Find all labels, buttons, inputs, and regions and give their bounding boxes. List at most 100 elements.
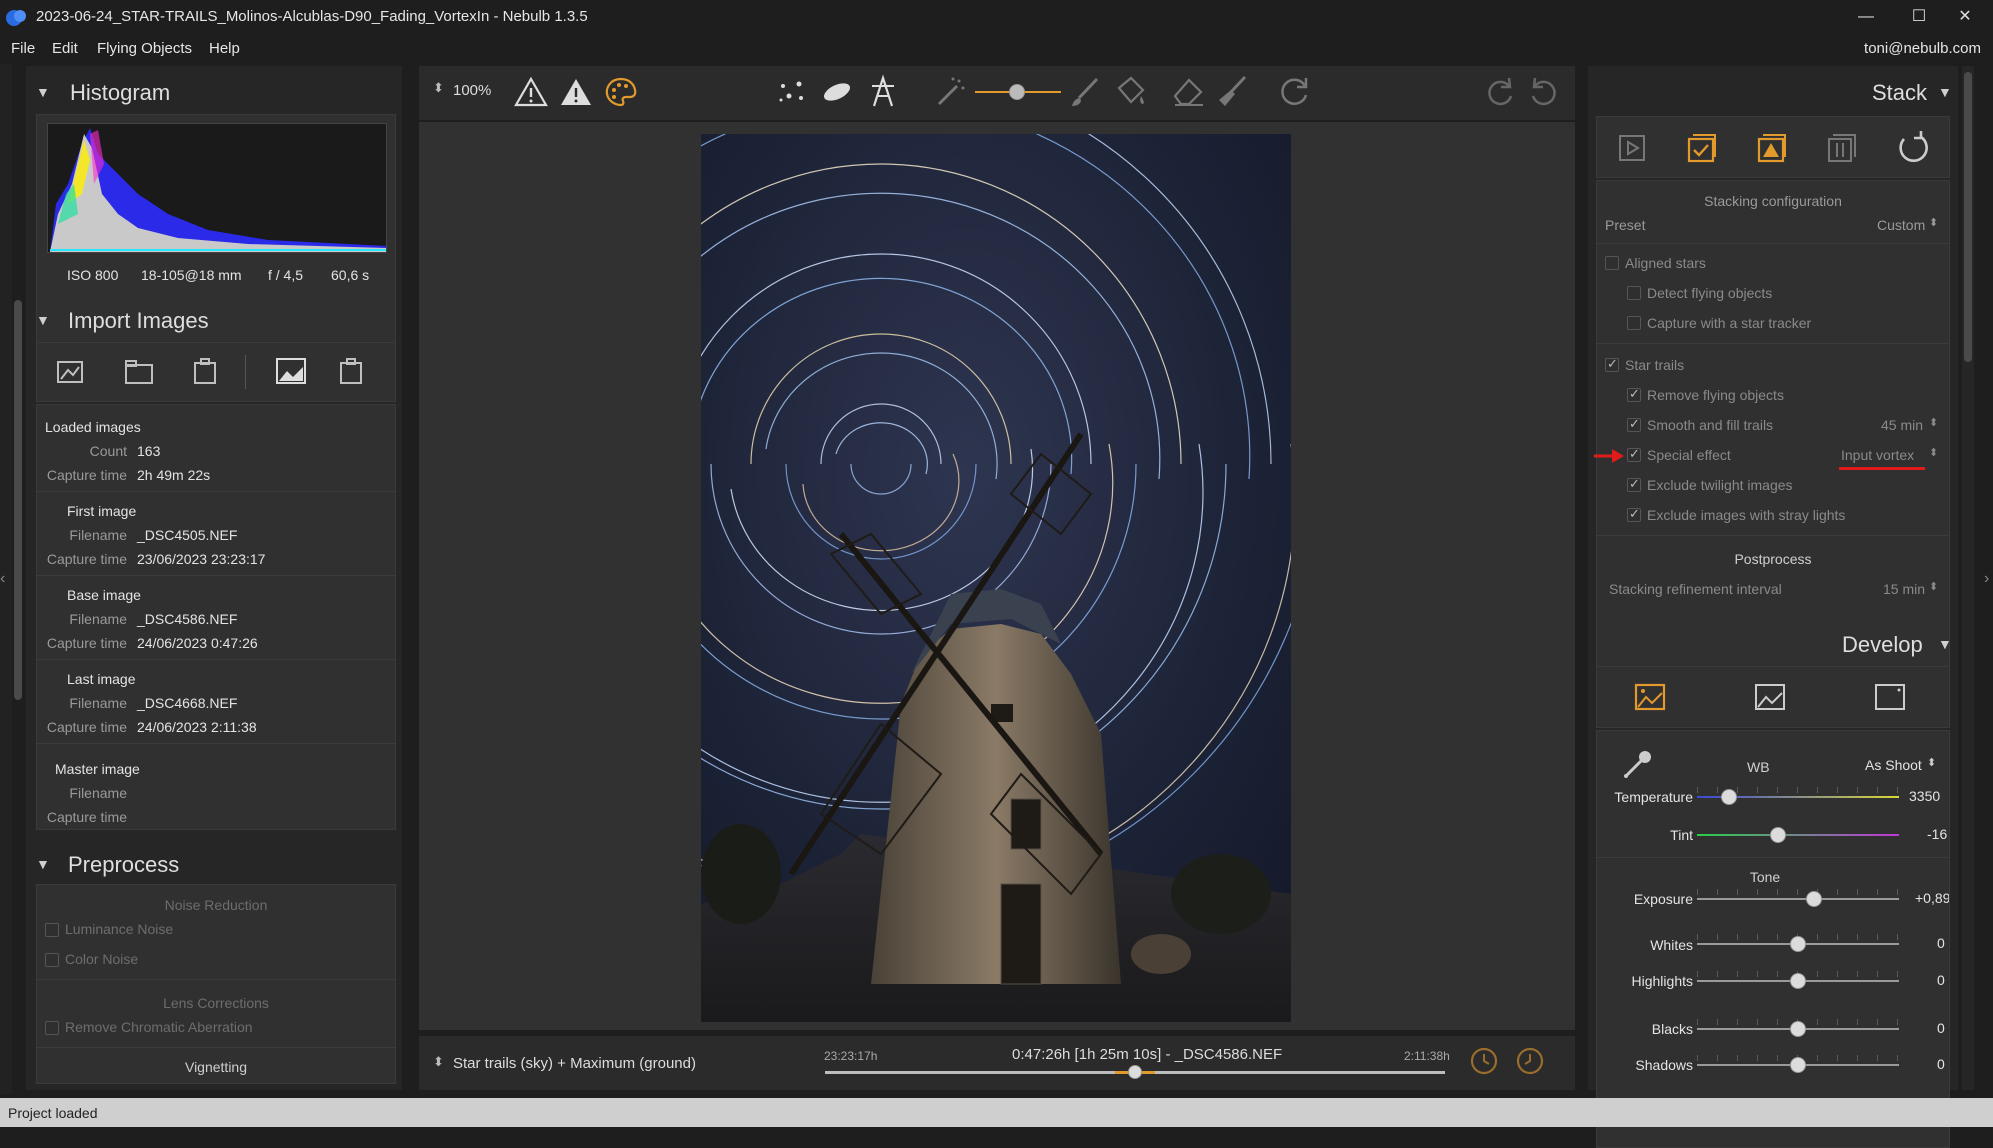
left-scrollbar[interactable] — [14, 300, 22, 700]
tint-value[interactable]: -16 — [1927, 826, 1947, 842]
broom-icon[interactable] — [1215, 74, 1249, 108]
eyedropper-icon[interactable] — [1621, 747, 1655, 781]
stacking-mode[interactable]: Star trails (sky) + Maximum (ground) — [453, 1055, 696, 1072]
magic-wand-icon[interactable] — [933, 76, 967, 108]
clock-end-icon[interactable] — [1514, 1046, 1546, 1078]
undo-icon[interactable] — [1527, 74, 1561, 108]
master-image-icon[interactable] — [337, 357, 369, 387]
shadows-value[interactable]: 0 — [1937, 1056, 1945, 1072]
stack-title: Stack — [1872, 80, 1928, 105]
minimize-button[interactable]: — — [1846, 4, 1886, 30]
collapse-histogram-icon[interactable]: ▼ — [36, 84, 50, 100]
smooth-fill-value[interactable]: 45 min — [1881, 417, 1923, 433]
special-effect-value[interactable]: Input vortex — [1841, 447, 1914, 463]
redo-icon[interactable] — [1483, 74, 1517, 108]
collapse-preprocess-icon[interactable]: ▼ — [36, 856, 50, 872]
smooth-fill-spinner-icon[interactable]: ⬍ — [1929, 416, 1938, 429]
menu-edit[interactable]: Edit — [52, 40, 78, 57]
wb-value[interactable]: As Shoot — [1865, 757, 1922, 773]
smooth-fill-checkbox[interactable] — [1627, 416, 1641, 432]
mode-spinner-icon[interactable]: ⬍ — [433, 1054, 444, 1070]
luminance-noise-checkbox[interactable] — [45, 923, 59, 937]
close-button[interactable]: ✕ — [1945, 4, 1985, 30]
import-folder-icon[interactable] — [123, 357, 155, 387]
image-viewer[interactable] — [419, 122, 1575, 1030]
stack-pages-icon[interactable] — [1825, 131, 1859, 165]
remove-flying-checkbox[interactable] — [1627, 386, 1641, 402]
collapse-stack-icon[interactable]: ▼ — [1938, 84, 1952, 100]
detect-flying-checkbox[interactable] — [1627, 286, 1641, 300]
eraser-icon[interactable] — [1171, 74, 1205, 108]
last-image-title: Last image — [67, 671, 136, 687]
refinement-value[interactable]: 15 min — [1883, 581, 1925, 597]
refresh-icon[interactable] — [1277, 74, 1311, 108]
import-images-icon[interactable] — [55, 357, 87, 387]
menu-help[interactable]: Help — [209, 40, 240, 57]
highlights-knob[interactable] — [1790, 973, 1806, 989]
shadows-knob[interactable] — [1790, 1057, 1806, 1073]
menu-file[interactable]: File — [11, 40, 35, 57]
collapse-import-icon[interactable]: ▼ — [36, 312, 50, 328]
base-image-icon[interactable] — [275, 355, 307, 387]
brush-icon[interactable] — [1069, 76, 1103, 108]
aligned-stars-checkbox[interactable] — [1605, 256, 1619, 270]
play-preview-icon[interactable] — [1617, 133, 1647, 163]
whites-knob[interactable] — [1790, 936, 1806, 952]
refinement-spinner-icon[interactable]: ⬍ — [1929, 580, 1938, 593]
tower-icon[interactable] — [866, 74, 900, 108]
comet-icon[interactable] — [820, 76, 854, 108]
menu-flying-objects[interactable]: Flying Objects — [97, 40, 192, 57]
blacks-knob[interactable] — [1790, 1021, 1806, 1037]
develop-image-icon[interactable] — [1633, 681, 1667, 713]
tint-slider[interactable] — [1697, 834, 1899, 836]
special-effect-spinner-icon[interactable]: ⬍ — [1929, 446, 1938, 459]
maximize-button[interactable]: ☐ — [1899, 4, 1939, 30]
exposure-value[interactable]: +0,89 — [1915, 890, 1949, 906]
temperature-value[interactable]: 3350 — [1909, 788, 1940, 804]
zoom-level[interactable]: 100% — [453, 82, 491, 99]
whites-value[interactable]: 0 — [1937, 935, 1945, 951]
reset-stack-icon[interactable] — [1895, 129, 1931, 165]
timeline-knob[interactable] — [1128, 1065, 1142, 1079]
exposure-slider[interactable] — [1697, 898, 1899, 900]
bucket-icon[interactable] — [1113, 74, 1147, 108]
stack-checked-icon[interactable] — [1685, 131, 1719, 165]
star-trails-image[interactable] — [701, 134, 1291, 1022]
temperature-knob[interactable] — [1721, 789, 1738, 805]
capture-label: Capture time — [46, 467, 127, 483]
brush-size-slider-knob[interactable] — [1009, 84, 1025, 100]
preset-value[interactable]: Custom — [1877, 217, 1925, 233]
preset-spinner-icon[interactable]: ⬍ — [1929, 216, 1938, 229]
palette-icon[interactable] — [604, 76, 638, 108]
special-effect-underline — [1839, 467, 1925, 470]
collapse-develop-icon[interactable]: ▼ — [1938, 636, 1952, 652]
warning-filled-icon[interactable] — [559, 76, 593, 108]
chromatic-aberration-checkbox[interactable] — [45, 1021, 59, 1035]
star-trails-checkbox[interactable] — [1605, 356, 1619, 372]
highlights-value[interactable]: 0 — [1937, 972, 1945, 988]
clock-start-icon[interactable] — [1469, 1046, 1501, 1078]
stars-icon[interactable] — [775, 76, 809, 108]
special-effect-checkbox[interactable] — [1627, 446, 1641, 462]
stacking-config-box: Stacking configuration Preset Custom ⬍ A… — [1596, 180, 1950, 676]
right-scrollbar[interactable] — [1964, 72, 1972, 362]
zoom-spinner-icon[interactable]: ⬍ — [433, 80, 444, 96]
tint-knob[interactable] — [1769, 827, 1786, 843]
exposure-knob[interactable] — [1806, 891, 1823, 907]
blacks-value[interactable]: 0 — [1937, 1020, 1945, 1036]
warning-outline-icon[interactable] — [514, 76, 548, 108]
wb-spinner-icon[interactable]: ⬍ — [1927, 756, 1936, 769]
exclude-twilight-checkbox[interactable] — [1627, 476, 1641, 492]
develop-landscape-icon[interactable] — [1753, 681, 1787, 713]
collapse-right-icon[interactable]: › — [1984, 570, 1989, 588]
collapse-left-icon[interactable]: ‹ — [0, 570, 5, 588]
user-account[interactable]: toni@nebulb.com — [1864, 40, 1981, 57]
star-tracker-checkbox[interactable] — [1627, 316, 1641, 330]
color-noise-checkbox[interactable] — [45, 953, 59, 967]
import-sequence-icon[interactable] — [191, 357, 223, 387]
stack-warning-icon[interactable] — [1755, 131, 1789, 165]
remove-flying-label: Remove flying objects — [1647, 387, 1784, 403]
exclude-stray-checkbox[interactable] — [1627, 506, 1641, 522]
tint-label: Tint — [1670, 827, 1693, 843]
develop-crop-icon[interactable] — [1873, 681, 1907, 713]
